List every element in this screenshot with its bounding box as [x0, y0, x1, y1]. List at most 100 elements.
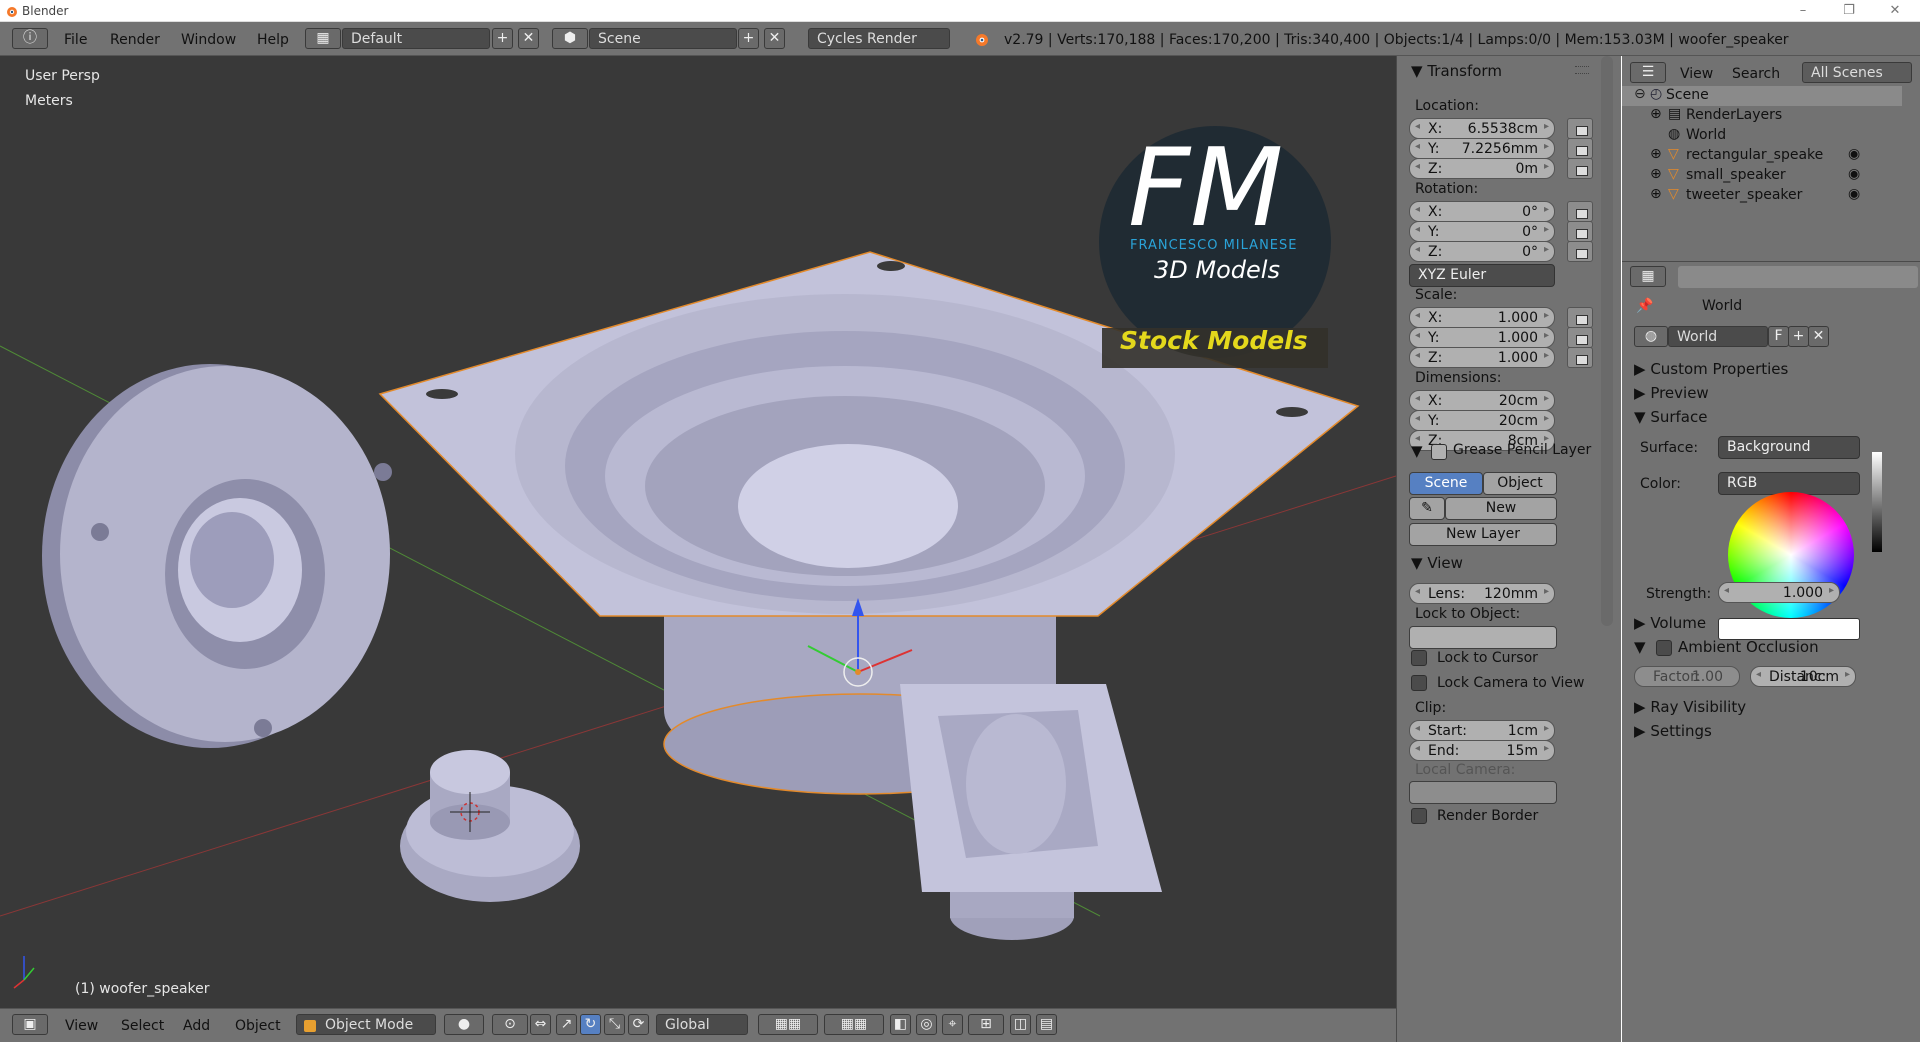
- local-camera-field[interactable]: [1409, 781, 1557, 804]
- grease-pencil-checkbox[interactable]: [1431, 444, 1447, 460]
- render-engine-select[interactable]: Cycles Render: [808, 28, 950, 49]
- remove-layout-icon[interactable]: ✕: [518, 28, 539, 49]
- maximize-button[interactable]: ❐: [1826, 0, 1872, 22]
- location-x-field[interactable]: ◂ X: 6.5538cm ▸: [1409, 118, 1555, 139]
- lock-scale-x-icon[interactable]: [1567, 307, 1593, 328]
- outliner-item-tweeter-speaker[interactable]: ⊕ ▽ tweeter_speaker ◉: [1622, 186, 1902, 206]
- 3d-viewport[interactable]: User Persp Meters (1) woofer_speaker FM …: [0, 56, 1396, 1008]
- settings-panel[interactable]: ▶ Settings: [1634, 722, 1712, 740]
- scale-manipulator-icon[interactable]: ⤡: [604, 1014, 625, 1035]
- unlink-world-icon[interactable]: ✕: [1808, 326, 1829, 347]
- rotation-x-field[interactable]: ◂ X: 0° ▸: [1409, 201, 1555, 222]
- lock-rotation-z-icon[interactable]: [1567, 241, 1593, 262]
- strength-field[interactable]: ◂ 1.000 ▸: [1718, 582, 1840, 603]
- proportional-edit-icon[interactable]: ◎: [916, 1014, 937, 1035]
- surface-shader-select[interactable]: Background: [1718, 436, 1860, 459]
- menu-object[interactable]: Object: [235, 1018, 281, 1034]
- add-layout-icon[interactable]: +: [492, 28, 513, 49]
- scale-z-field[interactable]: ◂ Z: 1.000 ▸: [1409, 347, 1555, 368]
- grease-object-button[interactable]: Object: [1483, 472, 1557, 495]
- rotation-z-field[interactable]: ◂ Z: 0° ▸: [1409, 241, 1555, 262]
- panel-grip-icon[interactable]: [1575, 66, 1589, 74]
- lens-field[interactable]: ◂ Lens: 120mm ▸: [1409, 583, 1555, 604]
- editor-type-3d-icon[interactable]: ▣: [12, 1014, 48, 1035]
- dimensions-y-field[interactable]: ◂ Y: 20cm ▸: [1409, 410, 1555, 431]
- scale-y-field[interactable]: ◂ Y: 1.000 ▸: [1409, 327, 1555, 348]
- minimize-button[interactable]: –: [1780, 0, 1826, 22]
- visibility-eye-icon[interactable]: ◉: [1848, 186, 1860, 202]
- view-panel-title[interactable]: ▼ View: [1411, 554, 1463, 572]
- editor-type-properties-icon[interactable]: ▦: [1630, 266, 1666, 287]
- outliner-menu-search[interactable]: Search: [1732, 66, 1780, 82]
- add-scene-icon[interactable]: +: [738, 28, 759, 49]
- outliner-menu-view[interactable]: View: [1680, 66, 1713, 82]
- grease-scene-button[interactable]: Scene: [1409, 472, 1483, 495]
- render-anim-icon[interactable]: ▤: [1036, 1014, 1057, 1035]
- rotation-mode-select[interactable]: XYZ Euler: [1409, 264, 1555, 287]
- grease-new-button[interactable]: New: [1445, 497, 1557, 520]
- remove-scene-icon[interactable]: ✕: [764, 28, 785, 49]
- snap-element-icon[interactable]: ⊞: [968, 1014, 1004, 1035]
- dimensions-x-field[interactable]: ◂ X: 20cm ▸: [1409, 390, 1555, 411]
- ambient-occlusion-panel[interactable]: ▼: [1634, 638, 1646, 656]
- manipulator-toggle-icon[interactable]: ⇔: [530, 1014, 551, 1035]
- pivot-point-icon[interactable]: ⊙: [492, 1014, 528, 1035]
- preview-panel[interactable]: ▶ Preview: [1634, 384, 1709, 402]
- lock-location-z-icon[interactable]: [1567, 158, 1593, 179]
- new-world-icon[interactable]: +: [1788, 326, 1809, 347]
- visibility-eye-icon[interactable]: ◉: [1848, 166, 1860, 182]
- lock-scale-y-icon[interactable]: [1567, 327, 1593, 348]
- render-border-checkbox[interactable]: [1411, 808, 1427, 824]
- scene-field[interactable]: Scene: [589, 28, 737, 49]
- menu-file[interactable]: File: [64, 32, 87, 48]
- fake-user-button[interactable]: F: [1768, 326, 1789, 347]
- location-y-field[interactable]: ◂ Y: 7.2256mm ▸: [1409, 138, 1555, 159]
- lock-rotation-y-icon[interactable]: [1567, 221, 1593, 242]
- outliner-item-renderlayers[interactable]: ⊕ ▤ RenderLayers: [1622, 106, 1902, 126]
- lock-location-y-icon[interactable]: [1567, 138, 1593, 159]
- screen-layout-icon[interactable]: ▦: [305, 28, 341, 49]
- pin-icon[interactable]: 📌: [1636, 298, 1653, 314]
- lock-camera-checkbox[interactable]: [1411, 675, 1427, 691]
- outliner-filter-select[interactable]: All Scenes: [1802, 62, 1912, 83]
- ambient-occlusion-checkbox[interactable]: [1656, 640, 1672, 656]
- viewport-shading-icon[interactable]: ●: [444, 1014, 484, 1035]
- scene-icon[interactable]: ⬢: [552, 28, 588, 49]
- mode-select[interactable]: Object Mode: [296, 1014, 436, 1035]
- translate-manipulator-icon[interactable]: ↗: [556, 1014, 577, 1035]
- lock-rotation-x-icon[interactable]: [1567, 201, 1593, 222]
- transform-panel-title[interactable]: ▼ Transform: [1411, 62, 1502, 80]
- rotate-manipulator-icon[interactable]: ↻: [580, 1014, 601, 1035]
- close-button[interactable]: ✕: [1872, 0, 1918, 22]
- scale-x-field[interactable]: ◂ X: 1.000 ▸: [1409, 307, 1555, 328]
- world-browse-icon[interactable]: ◍: [1634, 326, 1668, 347]
- ray-visibility-panel[interactable]: ▶ Ray Visibility: [1634, 698, 1746, 716]
- rotate-icon[interactable]: ⟳: [628, 1014, 649, 1035]
- layers-grid-icon-2[interactable]: ▦▦: [824, 1014, 884, 1035]
- outliner-item-scene[interactable]: ⊖ ◴ Scene: [1622, 86, 1902, 106]
- location-z-field[interactable]: ◂ Z: 0m ▸: [1409, 158, 1555, 179]
- visibility-eye-icon[interactable]: ◉: [1848, 146, 1860, 162]
- grease-pencil-panel-title[interactable]: ▼: [1411, 442, 1423, 460]
- outliner-item-world[interactable]: ◍ World: [1622, 126, 1902, 146]
- ao-distance-field[interactable]: ◂ Distanc: 10cm ▸: [1750, 666, 1856, 687]
- screen-layout-field[interactable]: Default: [342, 28, 490, 49]
- lock-location-x-icon[interactable]: [1567, 118, 1593, 139]
- world-name-field[interactable]: World: [1668, 326, 1768, 347]
- editor-type-info-icon[interactable]: ⓘ: [12, 28, 48, 49]
- menu-add[interactable]: Add: [183, 1018, 210, 1034]
- rotation-y-field[interactable]: ◂ Y: 0° ▸: [1409, 221, 1555, 242]
- custom-properties-panel[interactable]: ▶ Custom Properties: [1634, 360, 1788, 378]
- outliner-item-rectangular-speaker[interactable]: ⊕ ▽ rectangular_speake ◉: [1622, 146, 1902, 166]
- menu-help[interactable]: Help: [257, 32, 289, 48]
- snap-icon[interactable]: ⌖: [942, 1014, 963, 1035]
- lock-to-cursor-checkbox[interactable]: [1411, 650, 1427, 666]
- transform-orientation-select[interactable]: Global: [656, 1014, 748, 1035]
- pencil-icon[interactable]: ✎: [1409, 497, 1445, 520]
- menu-select[interactable]: Select: [121, 1018, 164, 1034]
- value-slider[interactable]: [1872, 452, 1882, 552]
- menu-render[interactable]: Render: [110, 32, 160, 48]
- outliner-item-small-speaker[interactable]: ⊕ ▽ small_speaker ◉: [1622, 166, 1902, 186]
- layers-grid-icon[interactable]: ▦▦: [758, 1014, 818, 1035]
- editor-type-outliner-icon[interactable]: ☰: [1630, 62, 1666, 83]
